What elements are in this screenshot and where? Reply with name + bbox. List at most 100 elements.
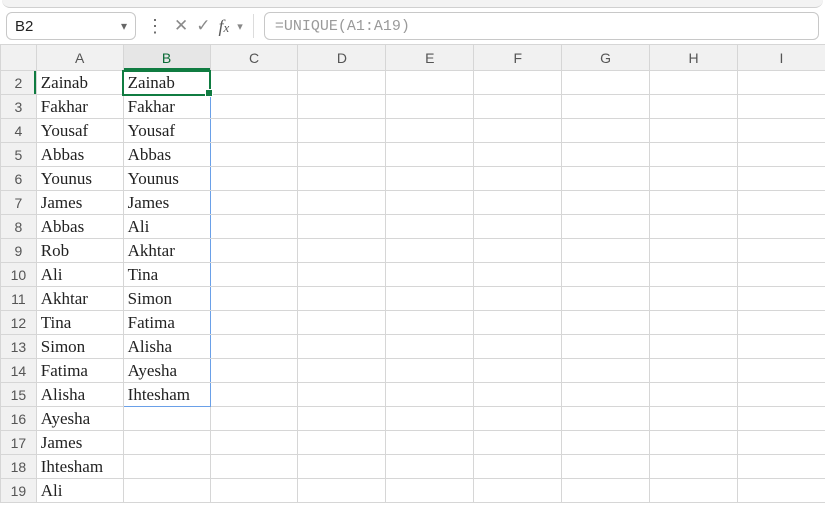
cell-B16[interactable] [123,407,210,431]
cell-E13[interactable] [386,335,474,359]
cell-H11[interactable] [650,287,738,311]
cell-E19[interactable] [386,479,474,503]
cell-F7[interactable] [474,191,562,215]
cell-E4[interactable] [386,119,474,143]
cell-B13[interactable]: Alisha [123,335,210,359]
cell-G15[interactable] [562,383,650,407]
cell-G3[interactable] [562,95,650,119]
cell-I11[interactable] [737,287,825,311]
cancel-icon[interactable]: ✕ [174,16,188,36]
col-header-G[interactable]: G [562,45,650,71]
cell-D2[interactable] [298,71,386,95]
cell-I13[interactable] [737,335,825,359]
row-header-6[interactable]: 6 [1,167,37,191]
cell-F18[interactable] [474,455,562,479]
cell-H10[interactable] [650,263,738,287]
cell-E14[interactable] [386,359,474,383]
col-header-B[interactable]: B [123,45,210,71]
cell-G12[interactable] [562,311,650,335]
cell-B19[interactable] [123,479,210,503]
cell-E9[interactable] [386,239,474,263]
cell-F2[interactable] [474,71,562,95]
cell-A4[interactable]: Yousaf [36,119,123,143]
cell-C16[interactable] [210,407,298,431]
cell-F10[interactable] [474,263,562,287]
cell-D12[interactable] [298,311,386,335]
cell-I7[interactable] [737,191,825,215]
cell-D5[interactable] [298,143,386,167]
row-header-11[interactable]: 11 [1,287,37,311]
cell-E17[interactable] [386,431,474,455]
cell-F5[interactable] [474,143,562,167]
cell-H19[interactable] [650,479,738,503]
cell-D13[interactable] [298,335,386,359]
cell-F15[interactable] [474,383,562,407]
cell-E5[interactable] [386,143,474,167]
cell-G10[interactable] [562,263,650,287]
cell-C13[interactable] [210,335,298,359]
cell-G14[interactable] [562,359,650,383]
vertical-dots-icon[interactable]: ⋮ [142,17,168,35]
cell-B2[interactable]: Zainab [123,71,210,95]
cell-H5[interactable] [650,143,738,167]
cell-B14[interactable]: Ayesha [123,359,210,383]
cell-B7[interactable]: James [123,191,210,215]
cell-I18[interactable] [737,455,825,479]
cell-D16[interactable] [298,407,386,431]
cell-A3[interactable]: Fakhar [36,95,123,119]
cell-B17[interactable] [123,431,210,455]
cell-I9[interactable] [737,239,825,263]
row-header-10[interactable]: 10 [1,263,37,287]
cell-D19[interactable] [298,479,386,503]
cell-D8[interactable] [298,215,386,239]
cell-A12[interactable]: Tina [36,311,123,335]
row-header-13[interactable]: 13 [1,335,37,359]
cell-H15[interactable] [650,383,738,407]
cell-C5[interactable] [210,143,298,167]
cell-A19[interactable]: Ali [36,479,123,503]
cell-E10[interactable] [386,263,474,287]
cell-A2[interactable]: Zainab [36,71,123,95]
cell-F11[interactable] [474,287,562,311]
row-header-8[interactable]: 8 [1,215,37,239]
cell-E6[interactable] [386,167,474,191]
cell-I4[interactable] [737,119,825,143]
cell-C8[interactable] [210,215,298,239]
cell-D9[interactable] [298,239,386,263]
cell-C15[interactable] [210,383,298,407]
cell-G9[interactable] [562,239,650,263]
cell-H13[interactable] [650,335,738,359]
cell-C10[interactable] [210,263,298,287]
formula-input[interactable]: =UNIQUE(A1:A19) [264,12,819,40]
cell-G16[interactable] [562,407,650,431]
cell-A9[interactable]: Rob [36,239,123,263]
cell-B8[interactable]: Ali [123,215,210,239]
cell-B4[interactable]: Yousaf [123,119,210,143]
enter-icon[interactable]: ✓ [196,16,210,36]
cell-I14[interactable] [737,359,825,383]
cell-C9[interactable] [210,239,298,263]
cell-F12[interactable] [474,311,562,335]
cell-A11[interactable]: Akhtar [36,287,123,311]
col-header-H[interactable]: H [650,45,738,71]
cell-G8[interactable] [562,215,650,239]
cell-D17[interactable] [298,431,386,455]
row-header-3[interactable]: 3 [1,95,37,119]
cell-B6[interactable]: Younus [123,167,210,191]
select-all-corner[interactable] [1,45,37,71]
cell-I6[interactable] [737,167,825,191]
cell-A7[interactable]: James [36,191,123,215]
cell-G17[interactable] [562,431,650,455]
cell-D18[interactable] [298,455,386,479]
chevron-down-icon[interactable]: ▾ [237,20,243,33]
cell-B10[interactable]: Tina [123,263,210,287]
cell-C3[interactable] [210,95,298,119]
row-header-12[interactable]: 12 [1,311,37,335]
col-header-D[interactable]: D [298,45,386,71]
col-header-E[interactable]: E [386,45,474,71]
cell-A6[interactable]: Younus [36,167,123,191]
cell-I5[interactable] [737,143,825,167]
cell-C17[interactable] [210,431,298,455]
cell-I16[interactable] [737,407,825,431]
col-header-F[interactable]: F [474,45,562,71]
